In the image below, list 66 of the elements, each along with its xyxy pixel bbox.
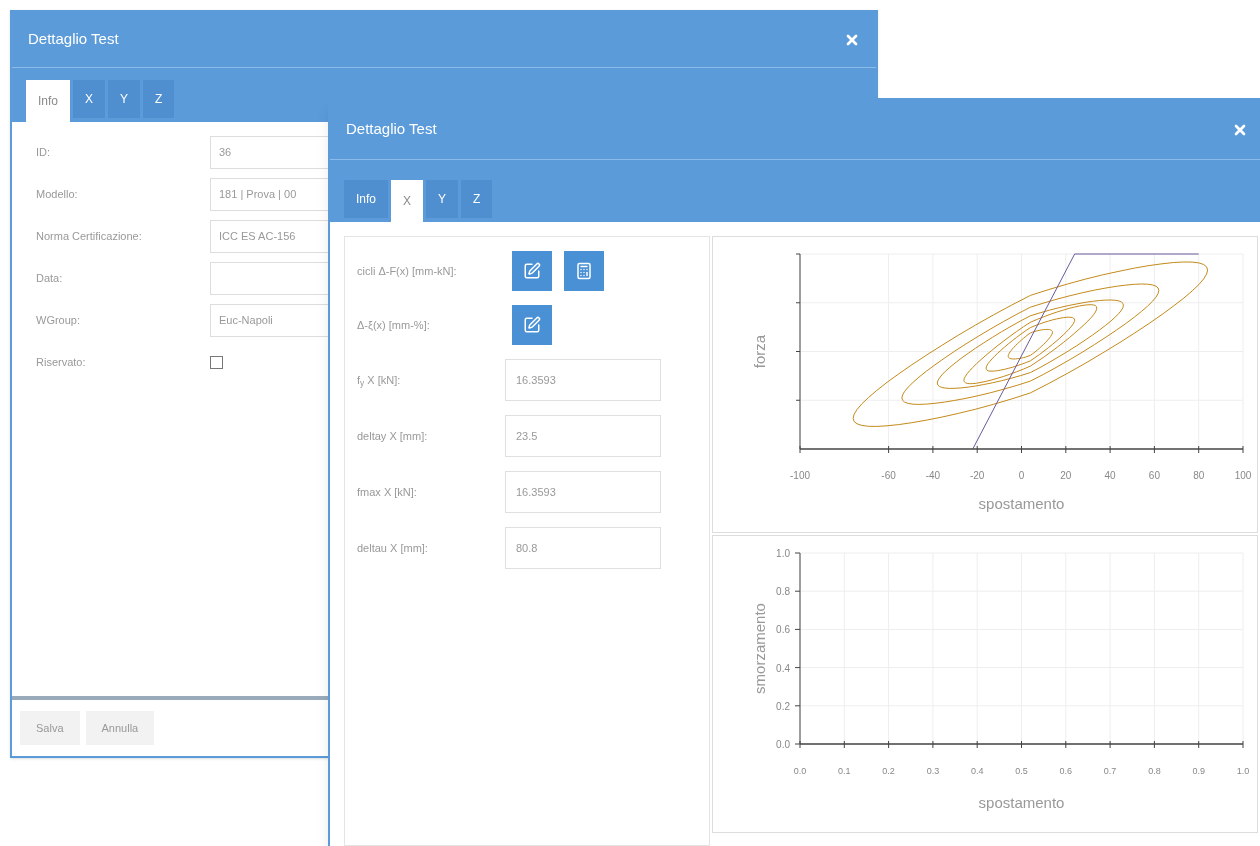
- tab[interactable]: X: [73, 80, 106, 118]
- tick-label: 0.0: [776, 739, 790, 750]
- tick-label: 0: [1018, 470, 1025, 481]
- tick-label: 0.9: [1192, 766, 1205, 776]
- field-label: Modello:: [36, 187, 79, 203]
- tick-label: 0.8: [1148, 766, 1161, 776]
- field-label: Data:: [36, 271, 64, 287]
- field-label: Riservato:: [36, 355, 87, 371]
- tick-label: 40: [1104, 470, 1116, 481]
- input-field[interactable]: 16.3593: [505, 471, 661, 513]
- field-label: Δ-ξ(x) [mm-%]:: [357, 317, 431, 333]
- axis-title: spostamento: [978, 794, 1065, 811]
- tab[interactable]: Info: [26, 80, 70, 122]
- field-label: cicli Δ-F(x) [mm-kN]:: [357, 263, 458, 279]
- checkbox[interactable]: [210, 356, 223, 369]
- tick-label: -100: [790, 470, 810, 481]
- tick-label: -20: [969, 470, 985, 481]
- tick-label: 0.4: [970, 766, 984, 776]
- field-label: WGroup:: [36, 313, 81, 329]
- tick-label: 1.0: [1236, 766, 1250, 776]
- icon-button[interactable]: [512, 251, 552, 291]
- input-field[interactable]: 80.8: [505, 527, 661, 569]
- field-label: ID:: [36, 145, 52, 161]
- input-field[interactable]: 16.3593: [505, 359, 661, 401]
- tab[interactable]: Info: [344, 180, 388, 218]
- tab[interactable]: Z: [143, 80, 175, 118]
- field-label: f$_{y}$ X [kN]:: [357, 372, 402, 389]
- tick-label: 80: [1193, 470, 1205, 481]
- footer-button[interactable]: Salva: [20, 711, 80, 745]
- tick-label: 0.3: [926, 766, 940, 776]
- window-title: Dettaglio Test: [346, 119, 437, 140]
- calculator-icon: [575, 262, 593, 280]
- icon-button[interactable]: [512, 305, 552, 345]
- tab[interactable]: X: [391, 180, 424, 222]
- footer-button[interactable]: Annulla: [85, 711, 155, 745]
- tick-label: 0.1: [838, 766, 851, 776]
- field-label: deltau X [mm]:: [357, 540, 429, 556]
- tick-label: -40: [925, 470, 941, 481]
- field-label: fmax X [kN]:: [357, 484, 418, 500]
- axis-title: smorzamento: [751, 603, 768, 694]
- edit-icon: [523, 262, 541, 280]
- tick-label: 0.8: [776, 586, 790, 598]
- tick-label: 0.6: [776, 624, 790, 636]
- tick-label: 0.2: [882, 766, 895, 776]
- field-label: Norma Certificazione:: [36, 229, 143, 245]
- tick-label: 0.0: [793, 766, 807, 776]
- axis-title: spostamento: [978, 495, 1065, 512]
- edit-icon: [523, 316, 541, 334]
- tick-label: 0.4: [776, 662, 790, 674]
- icon-button[interactable]: [564, 251, 604, 291]
- tab[interactable]: Y: [426, 180, 459, 218]
- tick-label: 0.5: [1015, 766, 1028, 776]
- tick-label: 1.0: [776, 548, 790, 559]
- tick-label: 100: [1234, 470, 1252, 481]
- field-label: deltay X [mm]:: [357, 428, 429, 444]
- tick-label: 0.7: [1103, 766, 1117, 776]
- input-field[interactable]: 23.5: [505, 415, 661, 457]
- tick-label: 20: [1060, 470, 1072, 481]
- axis-title: forza: [751, 334, 768, 369]
- tab[interactable]: Z: [461, 180, 493, 218]
- tab[interactable]: Y: [108, 80, 141, 118]
- window-title: Dettaglio Test: [28, 29, 119, 50]
- tick-label: 0.6: [1059, 766, 1073, 776]
- tick-label: 60: [1148, 470, 1160, 481]
- tick-label: -60: [881, 470, 896, 481]
- tick-label: 0.2: [776, 700, 790, 712]
